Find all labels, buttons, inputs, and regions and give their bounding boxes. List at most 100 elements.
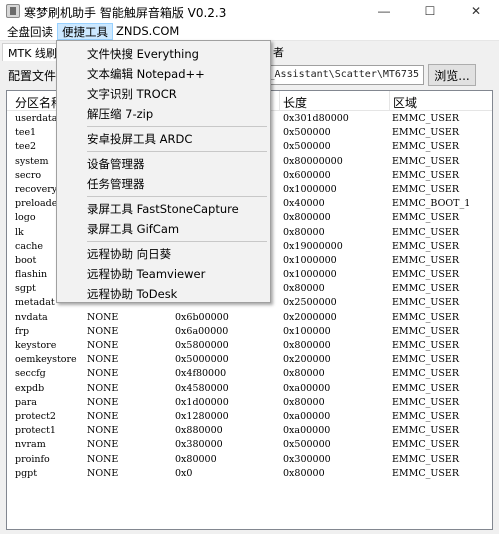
table-cell: seccfg (15, 368, 46, 380)
table-cell: 0x1000000 (283, 254, 337, 266)
table-row[interactable]: keystore NONE 0x5800000 0x800000 EMMC_USER (7, 339, 492, 353)
table-cell: 0x2000000 (283, 311, 337, 323)
table-cell: EMMC_USER (392, 382, 460, 394)
table-cell: NONE (87, 325, 119, 337)
window-title: 寒梦刷机助手 智能触屏音箱版 V0.2.3 (24, 6, 227, 20)
tools-menu-item[interactable]: 安卓投屏工具 ARDC (59, 129, 268, 149)
table-cell: EMMC_USER (392, 183, 460, 195)
table-cell: 0x80000000 (283, 155, 343, 167)
tools-dropdown-menu: 文件快搜 Everything 文本编辑 Notepad++ 文字识别 TROCR 解… (56, 40, 271, 303)
table-cell: 0x200000 (283, 354, 331, 366)
table-cell: 0x40000 (283, 198, 325, 210)
table-cell: frp (15, 325, 30, 337)
table-row[interactable]: oemkeystore NONE 0x5000000 0x200000 EMMC_USE… (7, 353, 492, 367)
table-cell: 0x0 (175, 467, 193, 479)
table-cell: recovery (15, 183, 58, 195)
table-cell: EMMC_USER (392, 127, 460, 139)
browse-button[interactable]: 浏览... (428, 64, 476, 86)
tab-mtk-flash[interactable]: MTK 线刷 (2, 43, 63, 61)
table-cell: NONE (87, 453, 119, 465)
table-cell: 0x80000 (283, 226, 325, 238)
table-cell: 0xa00000 (283, 382, 331, 394)
menu-separator (87, 126, 267, 127)
table-cell: 0x4580000 (175, 382, 229, 394)
table-row[interactable]: nvram NONE 0x380000 0x500000 EMMC_USER (7, 438, 492, 452)
table-cell: EMMC_USER (392, 226, 460, 238)
table-cell: NONE (87, 311, 119, 323)
table-row[interactable]: proinfo NONE 0x80000 0x300000 EMMC_USER (7, 453, 492, 467)
table-cell: NONE (87, 467, 119, 479)
tab-author[interactable]: 者 (268, 43, 289, 61)
menu-znds[interactable]: ZNDS.COM (111, 23, 184, 40)
table-cell: EMMC_USER (392, 212, 460, 224)
tools-menu-item[interactable]: 解压缩 7-zip (59, 104, 268, 124)
table-cell: 0x500000 (283, 439, 331, 451)
table-cell: 0x380000 (175, 439, 223, 451)
header-region[interactable]: 区域 (393, 94, 417, 111)
header-divider[interactable] (389, 91, 390, 111)
table-row[interactable]: frp NONE 0x6a00000 0x100000 EMMC_USER (7, 325, 492, 339)
table-cell: EMMC_USER (392, 439, 460, 451)
table-cell: EMMC_USER (392, 254, 460, 266)
maximize-button[interactable]: ☐ (407, 0, 453, 22)
table-cell: flashin (15, 269, 48, 281)
table-cell: secro (15, 169, 42, 181)
close-button[interactable]: ✕ (453, 0, 499, 22)
minimize-button[interactable]: — (361, 0, 407, 22)
header-divider[interactable] (279, 91, 280, 111)
table-cell: NONE (87, 396, 119, 408)
table-cell: 0x800000 (283, 212, 331, 224)
tools-menu-item[interactable]: 设备管理器 (59, 154, 268, 174)
table-cell: 0x300000 (283, 453, 331, 465)
menu-separator (87, 196, 267, 197)
table-cell: protect2 (15, 410, 56, 422)
table-cell: boot (15, 254, 37, 266)
table-cell: 0x6a00000 (175, 325, 229, 337)
tools-menu-item[interactable]: 文本编辑 Notepad++ (59, 64, 268, 84)
table-cell: 0x500000 (283, 127, 331, 139)
table-cell: 0xa00000 (283, 425, 331, 437)
tools-menu-item[interactable]: 远程协助 ToDesk (59, 284, 268, 304)
table-cell: EMMC_USER (392, 269, 460, 281)
table-cell: 0x600000 (283, 169, 331, 181)
tools-menu-item[interactable]: 录屏工具 FastStoneCapture (59, 199, 268, 219)
table-cell: 0x19000000 (283, 240, 343, 252)
table-row[interactable]: expdb NONE 0x4580000 0xa00000 EMMC_USER (7, 382, 492, 396)
tools-menu-item[interactable]: 远程协助 Teamviewer (59, 264, 268, 284)
tools-menu-item[interactable]: 远程协助 向日葵 (59, 244, 268, 264)
table-cell: EMMC_USER (392, 169, 460, 181)
table-cell: pgpt (15, 467, 38, 479)
header-length[interactable]: 长度 (283, 94, 307, 111)
table-cell: cache (15, 240, 44, 252)
table-cell: 0x2500000 (283, 297, 337, 309)
table-cell: 0x100000 (283, 325, 331, 337)
table-row[interactable]: pgpt NONE 0x0 0x80000 EMMC_USER (7, 467, 492, 481)
table-cell: NONE (87, 410, 119, 422)
table-cell: preloade (15, 198, 58, 210)
table-cell: lk (15, 226, 24, 238)
table-cell: EMMC_USER (392, 396, 460, 408)
table-row[interactable]: seccfg NONE 0x4f80000 0x80000 EMMC_USER (7, 367, 492, 381)
table-cell: NONE (87, 425, 119, 437)
table-cell: NONE (87, 354, 119, 366)
table-cell: tee2 (15, 141, 37, 153)
tools-menu-item[interactable]: 任务管理器 (59, 174, 268, 194)
menu-tools[interactable]: 便捷工具 (57, 23, 113, 40)
tools-menu-item[interactable]: 文字识别 TROCR (59, 84, 268, 104)
tools-menu-item[interactable]: 文件快搜 Everything (59, 44, 268, 64)
table-cell: EMMC_USER (392, 340, 460, 351)
table-cell: EMMC_USER (392, 141, 460, 153)
table-row[interactable]: protect2 NONE 0x1280000 0xa00000 EMMC_USER (7, 410, 492, 424)
table-row[interactable]: protect1 NONE 0x880000 0xa00000 EMMC_USER (7, 424, 492, 438)
table-row[interactable]: para NONE 0x1d00000 0x80000 EMMC_USER (7, 396, 492, 410)
table-cell: 0x6b00000 (175, 311, 229, 323)
table-cell: NONE (87, 439, 119, 451)
table-cell: system (15, 155, 49, 167)
tools-menu-item[interactable]: 录屏工具 GifCam (59, 219, 268, 239)
table-cell: EMMC_USER (392, 113, 460, 124)
menu-full-readback[interactable]: 全盘回读 (2, 23, 58, 40)
table-cell: 0x1d00000 (175, 396, 229, 408)
menu-bar: 全盘回读 便捷工具 ZNDS.COM (0, 22, 499, 41)
table-cell: 0x1000000 (283, 183, 337, 195)
table-row[interactable]: nvdata NONE 0x6b00000 0x2000000 EMMC_USER (7, 311, 492, 325)
